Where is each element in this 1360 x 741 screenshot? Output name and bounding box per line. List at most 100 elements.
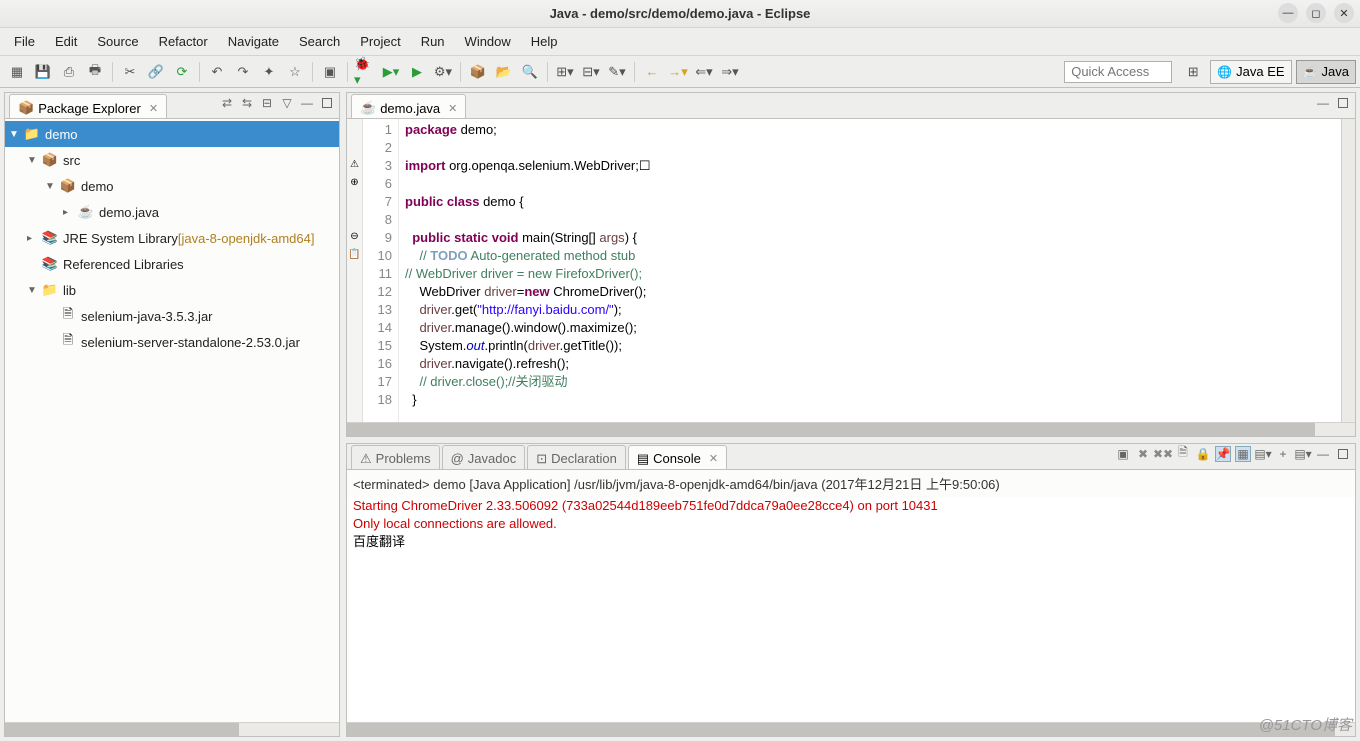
minimize-view-icon[interactable]: — <box>1315 446 1331 462</box>
menu-source[interactable]: Source <box>87 30 148 53</box>
back-button[interactable]: ← <box>641 61 663 83</box>
tree-item[interactable]: ▼📁lib <box>5 277 339 303</box>
tab-console[interactable]: ▤ Console✕ <box>628 445 727 469</box>
console-tools: ▣ ✖ ✖✖ 🗎 🔒 📌 ▦ ▤▾ + ▤▾ — <box>1115 446 1351 462</box>
minimize-button[interactable]: — <box>1278 3 1298 23</box>
tab-problems[interactable]: ⚠ Problems <box>351 445 440 469</box>
tree-item[interactable]: ▼📁demo <box>5 121 339 147</box>
external-tools-button[interactable]: ⚙▾ <box>432 61 454 83</box>
tree-item[interactable]: ▼📦src <box>5 147 339 173</box>
stop-button[interactable]: ▣ <box>319 61 341 83</box>
horizontal-scrollbar[interactable] <box>347 722 1355 736</box>
toolbar-separator <box>634 62 635 82</box>
minimize-view-icon[interactable]: — <box>299 95 315 111</box>
tree-item[interactable]: 📚Referenced Libraries <box>5 251 339 277</box>
tree-item[interactable]: 🗎selenium-server-standalone-2.53.0.jar <box>5 329 339 355</box>
maximize-view-icon[interactable] <box>1335 446 1351 462</box>
terminate-icon[interactable]: ▣ <box>1115 446 1131 462</box>
package-explorer-panel: 📦 Package Explorer ✕ ⇄ ⇆ ⊟ ▽ — ▼📁demo▼📦s… <box>4 92 340 737</box>
package-explorer-tree[interactable]: ▼📁demo▼📦src▼📦demo▸☕demo.java▸📚JRE System… <box>5 119 339 722</box>
last-edit-button[interactable]: ⇐▾ <box>693 61 715 83</box>
tab-declaration[interactable]: ⊡ Declaration <box>527 445 626 469</box>
menu-navigate[interactable]: Navigate <box>218 30 289 53</box>
save-button[interactable]: 💾 <box>32 61 54 83</box>
perspective-java[interactable]: ☕ Java <box>1296 60 1356 84</box>
console-menu-icon[interactable]: ▤▾ <box>1295 446 1311 462</box>
menu-file[interactable]: File <box>4 30 45 53</box>
editor-tab-label: demo.java <box>380 101 440 116</box>
package-explorer-tools: ⇄ ⇆ ⊟ ▽ — <box>219 95 335 111</box>
redo-button[interactable]: ↷ <box>232 61 254 83</box>
close-button[interactable]: ✕ <box>1334 3 1354 23</box>
tree-item[interactable]: ▸📚JRE System Library [java-8-openjdk-amd… <box>5 225 339 251</box>
focus-icon[interactable]: ⊟ <box>259 95 275 111</box>
java-file-icon: ☕ <box>360 100 376 116</box>
view-menu-icon[interactable]: ▽ <box>279 95 295 111</box>
menu-edit[interactable]: Edit <box>45 30 87 53</box>
search-button[interactable]: 🔍 <box>519 61 541 83</box>
remove-launch-icon[interactable]: ✖ <box>1135 446 1151 462</box>
new-package-button[interactable]: 📦 <box>467 61 489 83</box>
nav-button[interactable]: ⊟▾ <box>580 61 602 83</box>
annotation-button[interactable]: ✎▾ <box>606 61 628 83</box>
perspective-java-ee[interactable]: 🌐 Java EE <box>1210 60 1291 84</box>
display-selected-icon[interactable]: ▦ <box>1235 446 1251 462</box>
open-perspective-button[interactable]: ⊞ <box>1182 61 1204 83</box>
clear-console-icon[interactable]: 🗎 <box>1175 446 1191 462</box>
debug-button[interactable]: 🐞▾ <box>354 61 376 83</box>
console-output[interactable]: Starting ChromeDriver 2.33.506092 (733a0… <box>347 497 1355 722</box>
new-button[interactable]: ▦ <box>6 61 28 83</box>
editor-tab-demo[interactable]: ☕ demo.java ✕ <box>351 94 466 118</box>
scroll-lock-icon[interactable]: 🔒 <box>1195 446 1211 462</box>
console-panel: ⚠ Problems@ Javadoc⊡ Declaration▤ Consol… <box>346 443 1356 737</box>
menu-project[interactable]: Project <box>350 30 410 53</box>
cut-button[interactable]: ✂ <box>119 61 141 83</box>
run-last-button[interactable]: ▶ <box>406 61 428 83</box>
link-button[interactable]: 🔗 <box>145 61 167 83</box>
maximize-view-icon[interactable] <box>1335 95 1351 111</box>
open-console-icon[interactable]: ▤▾ <box>1255 446 1271 462</box>
new-console-icon[interactable]: + <box>1275 446 1291 462</box>
open-type-button[interactable]: 📂 <box>493 61 515 83</box>
save-all-button[interactable]: ⎙ <box>58 61 80 83</box>
toggle-button[interactable]: ⊞▾ <box>554 61 576 83</box>
code-area[interactable]: package demo; import org.openqa.selenium… <box>399 119 1341 422</box>
horizontal-scrollbar[interactable] <box>5 722 339 736</box>
close-icon[interactable]: ✕ <box>149 102 158 115</box>
line-numbers: 1 2 3 6 7 8 9 10 11 12 13 14 15 16 17 18 <box>363 119 399 422</box>
star-button[interactable]: ☆ <box>284 61 306 83</box>
horizontal-scrollbar[interactable] <box>347 422 1355 436</box>
maximize-button[interactable]: ◻ <box>1306 3 1326 23</box>
quick-access-input[interactable] <box>1064 61 1172 83</box>
package-explorer-tab[interactable]: 📦 Package Explorer ✕ <box>9 94 167 118</box>
tree-item[interactable]: ▼📦demo <box>5 173 339 199</box>
editor-tabbar: ☕ demo.java ✕ — <box>347 93 1355 119</box>
tab-javadoc[interactable]: @ Javadoc <box>442 445 526 469</box>
menu-window[interactable]: Window <box>455 30 521 53</box>
maximize-view-icon[interactable] <box>319 95 335 111</box>
link-editor-icon[interactable]: ⇆ <box>239 95 255 111</box>
tree-item[interactable]: ▸☕demo.java <box>5 199 339 225</box>
menu-run[interactable]: Run <box>411 30 455 53</box>
perspective-switcher: ⊞ 🌐 Java EE ☕ Java <box>1180 60 1356 84</box>
refresh-button[interactable]: ⟳ <box>171 61 193 83</box>
undo-button[interactable]: ↶ <box>206 61 228 83</box>
print-button[interactable]: 🖶 <box>84 61 106 83</box>
wand-button[interactable]: ✦ <box>258 61 280 83</box>
pin-console-icon[interactable]: 📌 <box>1215 446 1231 462</box>
close-icon[interactable]: ✕ <box>709 452 718 465</box>
collapse-all-icon[interactable]: ⇄ <box>219 95 235 111</box>
vertical-scrollbar[interactable] <box>1341 119 1355 422</box>
remove-all-icon[interactable]: ✖✖ <box>1155 446 1171 462</box>
menu-search[interactable]: Search <box>289 30 350 53</box>
close-icon[interactable]: ✕ <box>448 102 457 115</box>
menu-refactor[interactable]: Refactor <box>149 30 218 53</box>
run-button[interactable]: ▶▾ <box>380 61 402 83</box>
editor-body[interactable]: ⚠⊕⊖📋 1 2 3 6 7 8 9 10 11 12 13 14 15 16 … <box>347 119 1355 422</box>
forward-button[interactable]: →▾ <box>667 61 689 83</box>
minimize-view-icon[interactable]: — <box>1315 95 1331 111</box>
menu-help[interactable]: Help <box>521 30 568 53</box>
editor-gutter: ⚠⊕⊖📋 <box>347 119 363 422</box>
tree-item[interactable]: 🗎selenium-java-3.5.3.jar <box>5 303 339 329</box>
next-button[interactable]: ⇒▾ <box>719 61 741 83</box>
